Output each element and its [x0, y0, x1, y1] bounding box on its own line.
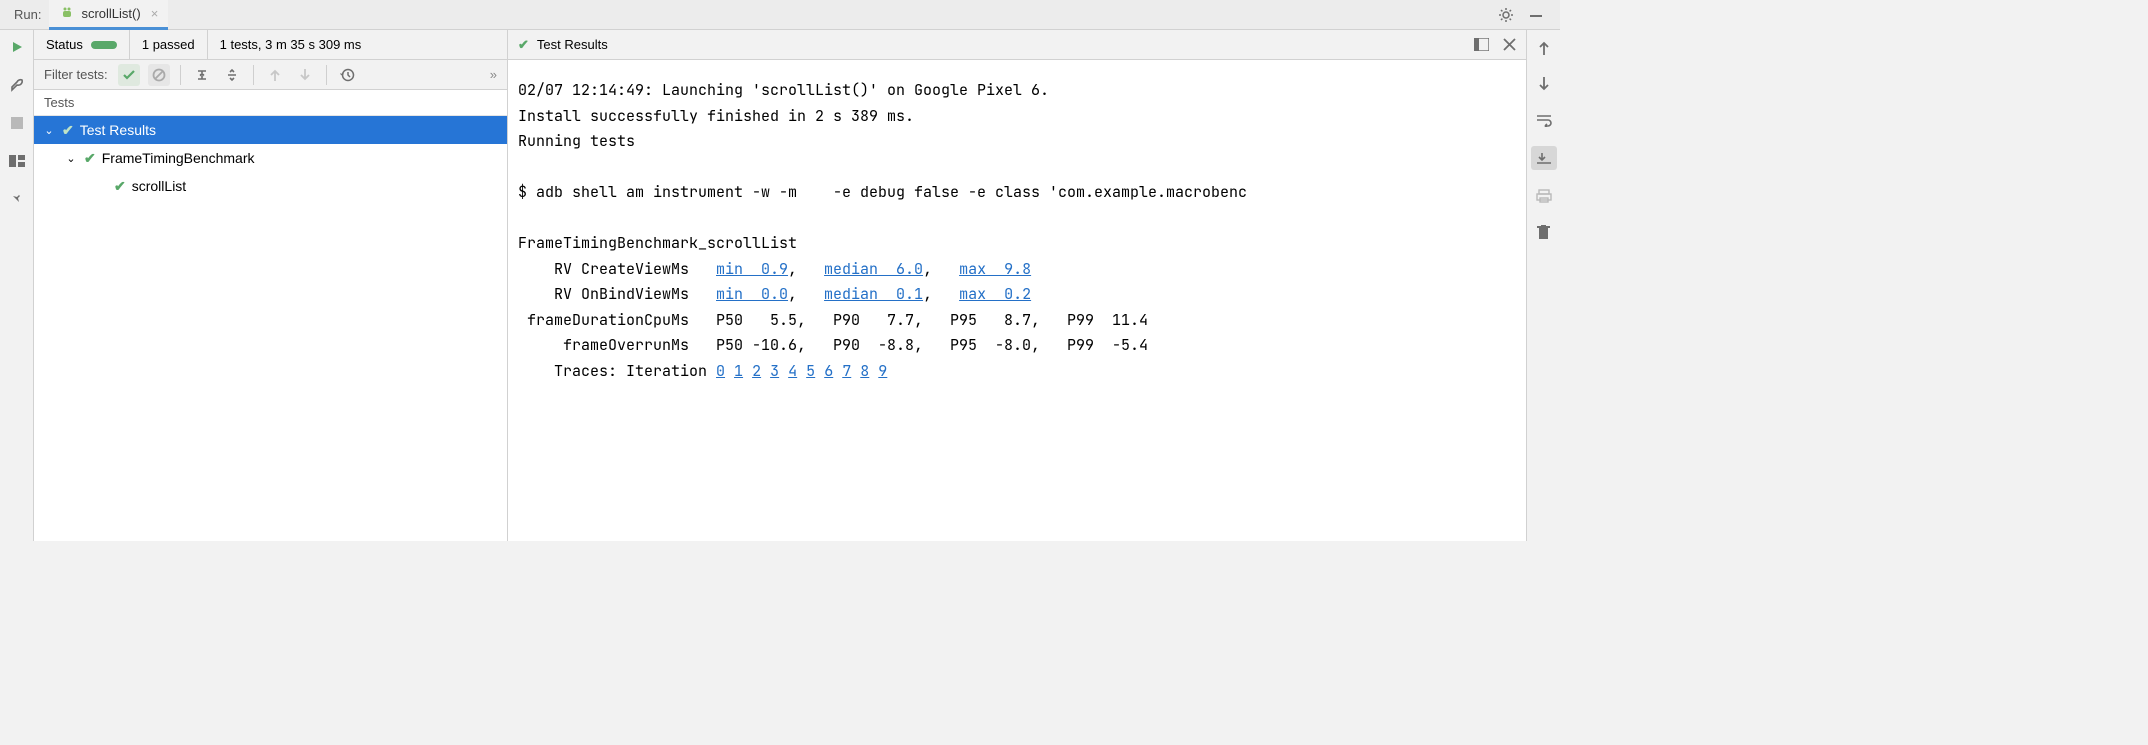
- test-history-icon[interactable]: [337, 64, 359, 86]
- tree-class-frametimingbenchmark[interactable]: ⌄ FrameTimingBenchmark: [34, 144, 507, 172]
- tree-root-test-results[interactable]: ⌄ Test Results: [34, 116, 507, 144]
- test-tree-panel: Status 1 passed 1 tests, 3 m 35 s 309 ms…: [34, 30, 508, 541]
- iteration-link[interactable]: 7: [842, 361, 851, 381]
- tree-test-label: scrollList: [132, 178, 186, 194]
- next-failed-icon[interactable]: [294, 64, 316, 86]
- left-tool-rail: [0, 30, 34, 541]
- iteration-link[interactable]: 0: [716, 361, 725, 381]
- prev-failed-icon[interactable]: [264, 64, 286, 86]
- close-console-icon[interactable]: [1503, 38, 1516, 51]
- link-create-max[interactable]: max 9.8: [959, 259, 1031, 279]
- link-create-min[interactable]: min 0.9: [716, 259, 788, 279]
- iteration-link[interactable]: 6: [824, 361, 833, 381]
- iteration-link[interactable]: 3: [770, 361, 779, 381]
- tree-class-label: FrameTimingBenchmark: [102, 150, 255, 166]
- pass-icon: [84, 150, 96, 167]
- layout-toggle-icon[interactable]: [1474, 38, 1489, 51]
- link-bind-max[interactable]: max 0.2: [959, 284, 1031, 304]
- tree-root-label: Test Results: [80, 122, 156, 138]
- filter-toolbar: Filter tests: »: [34, 60, 507, 90]
- status-bar: Status 1 passed 1 tests, 3 m 35 s 309 ms: [34, 30, 507, 60]
- pass-icon: [114, 178, 126, 195]
- chevron-down-icon[interactable]: ⌄: [64, 152, 78, 165]
- soft-wrap-icon[interactable]: [1534, 110, 1554, 130]
- status-passed: 1 passed: [142, 37, 195, 52]
- console-output[interactable]: 02/07 12:14:49: Launching 'scrollList()'…: [508, 60, 1526, 402]
- collapse-all-icon[interactable]: [221, 64, 243, 86]
- filter-passed-icon[interactable]: [118, 64, 140, 86]
- iteration-link[interactable]: 5: [806, 361, 815, 381]
- pass-icon: [518, 37, 529, 53]
- right-tool-rail: [1526, 30, 1560, 541]
- iteration-link[interactable]: 8: [860, 361, 869, 381]
- pass-icon: [62, 122, 74, 139]
- pin-icon[interactable]: [8, 190, 26, 208]
- run-tab-scrolllist[interactable]: scrollList() ×: [49, 0, 168, 30]
- minimize-icon[interactable]: [1528, 7, 1544, 23]
- link-bind-min[interactable]: min 0.0: [716, 284, 788, 304]
- iteration-link[interactable]: 1: [734, 361, 743, 381]
- console-title: Test Results: [537, 37, 608, 52]
- link-bind-med[interactable]: median 0.1: [824, 284, 923, 304]
- filter-label: Filter tests:: [44, 67, 108, 82]
- run-icon[interactable]: [8, 38, 26, 56]
- tree-test-scrolllist[interactable]: scrollList: [34, 172, 507, 200]
- wrench-icon[interactable]: [8, 76, 26, 94]
- iteration-link[interactable]: 4: [788, 361, 797, 381]
- filter-overflow-icon[interactable]: »: [490, 67, 497, 82]
- link-create-med[interactable]: median 6.0: [824, 259, 923, 279]
- android-run-icon: [59, 5, 75, 21]
- chevron-down-icon[interactable]: ⌄: [42, 124, 56, 137]
- layout-icon[interactable]: [8, 152, 26, 170]
- console-panel: Test Results 02/07 12:14:49: Launching '…: [508, 30, 1560, 541]
- gear-icon[interactable]: [1498, 7, 1514, 23]
- run-tab-bar: Run: scrollList() ×: [0, 0, 1560, 30]
- trash-icon[interactable]: [1534, 222, 1554, 242]
- iteration-link[interactable]: 9: [878, 361, 887, 381]
- test-tree[interactable]: ⌄ Test Results ⌄ FrameTimingBenchmark sc…: [34, 116, 507, 541]
- status-label: Status: [46, 37, 83, 52]
- tests-column-header: Tests: [34, 90, 507, 116]
- run-tab-title: scrollList(): [81, 6, 140, 21]
- status-summary: 1 tests, 3 m 35 s 309 ms: [220, 37, 362, 52]
- console-header: Test Results: [508, 30, 1526, 60]
- scroll-up-icon[interactable]: [1534, 38, 1554, 58]
- stop-icon[interactable]: [8, 114, 26, 132]
- scroll-to-end-icon[interactable]: [1531, 146, 1557, 170]
- close-tab-icon[interactable]: ×: [151, 6, 159, 21]
- run-label: Run:: [6, 7, 49, 22]
- filter-disabled-icon[interactable]: [148, 64, 170, 86]
- print-icon[interactable]: [1534, 186, 1554, 206]
- iteration-link[interactable]: 2: [752, 361, 761, 381]
- status-indicator: [91, 41, 117, 49]
- scroll-down-icon[interactable]: [1534, 74, 1554, 94]
- expand-all-icon[interactable]: [191, 64, 213, 86]
